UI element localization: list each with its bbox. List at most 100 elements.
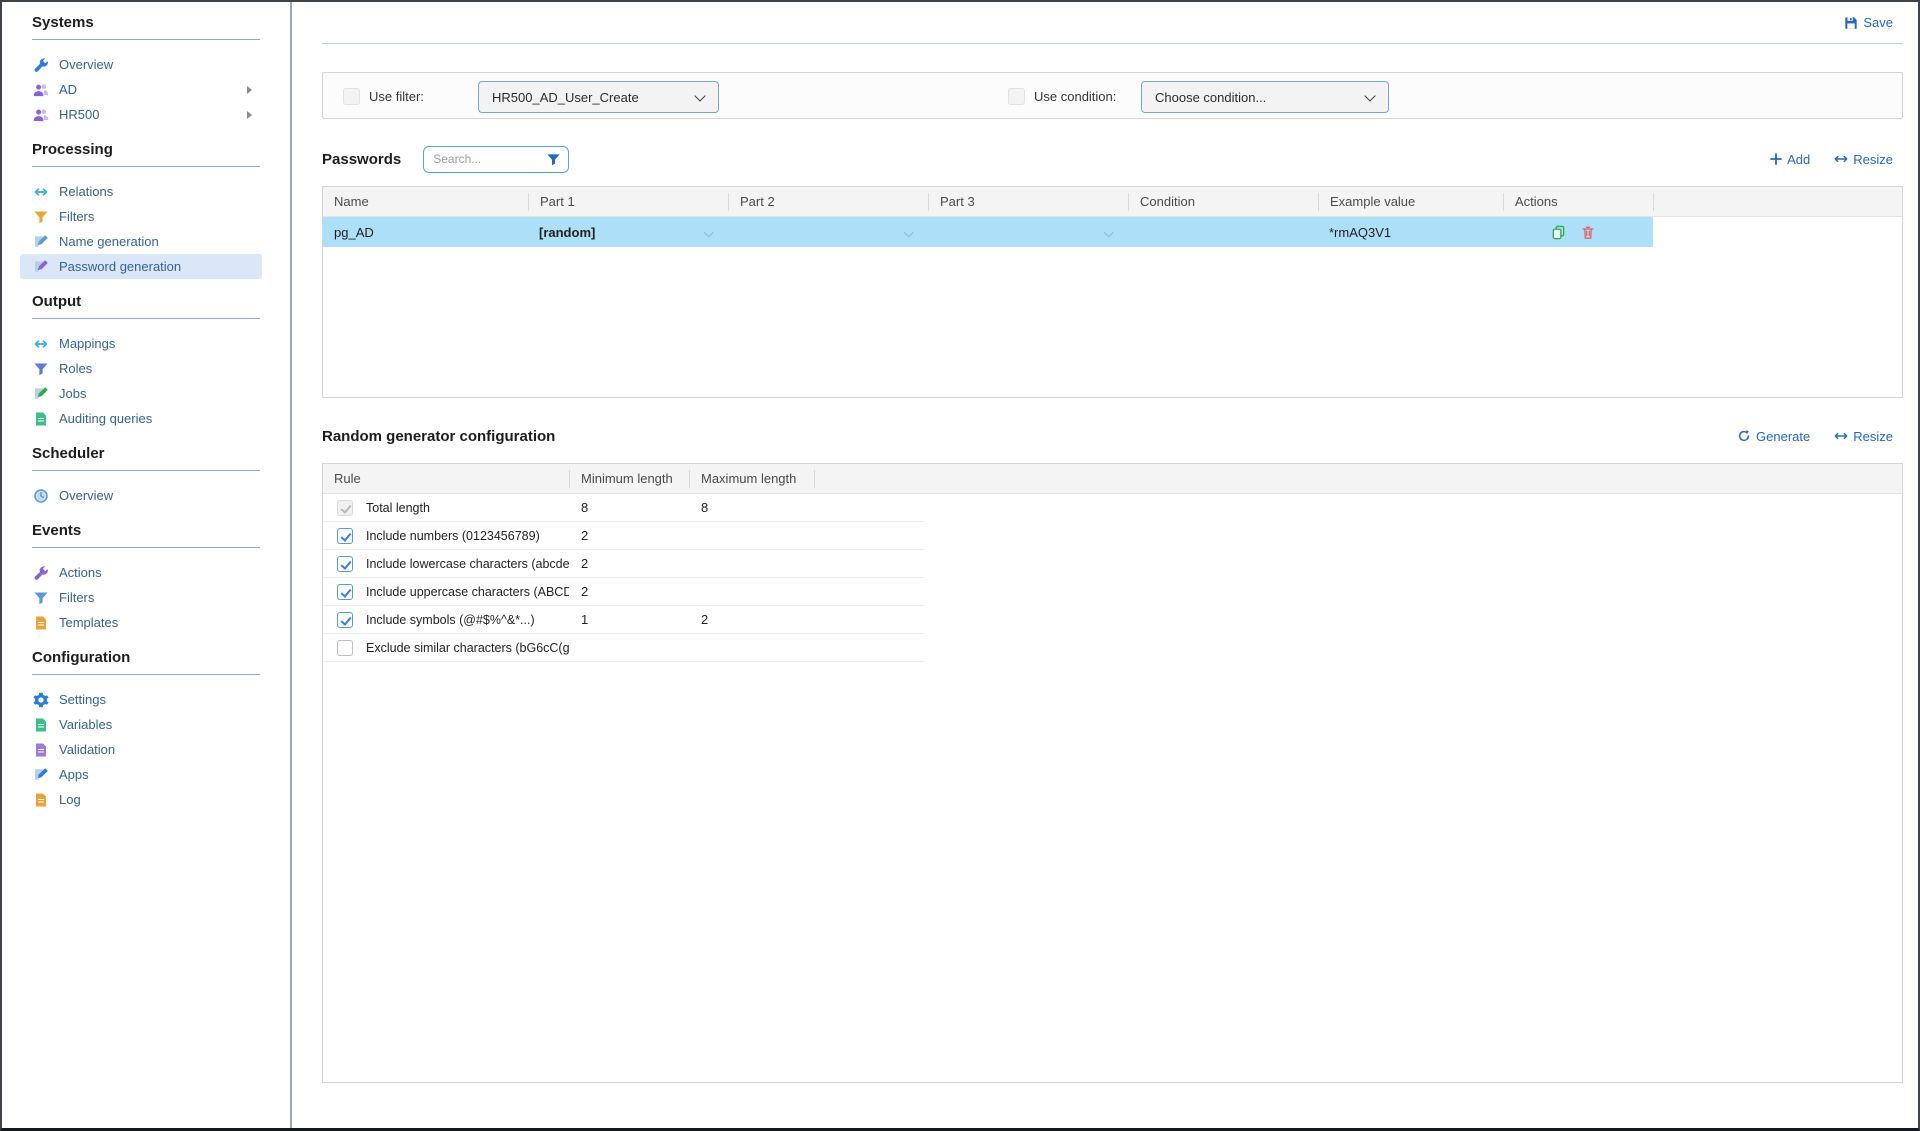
passwords-header: Passwords Add Resize: [322, 145, 1903, 173]
document-icon: [32, 716, 49, 733]
sidebar-item-templates[interactable]: Templates: [20, 610, 262, 635]
wrench-icon: [32, 564, 49, 581]
rule-min-value[interactable]: 1: [569, 612, 689, 627]
table-row-pg-ad[interactable]: pg_AD [random] *rmAQ3V1: [323, 217, 1653, 247]
edit-icon: [32, 233, 49, 250]
sidebar: Systems Overview AD HR500 Processing: [2, 2, 292, 1128]
cell-actions: [1503, 217, 1653, 247]
rule-row-include-numbers: Include numbers (0123456789) 2: [323, 522, 924, 550]
sidebar-item-label: Filters: [59, 590, 94, 605]
top-toolbar: Save: [322, 2, 1903, 44]
funnel-icon: [32, 589, 49, 606]
gear-icon: [32, 691, 49, 708]
divider: [32, 318, 260, 319]
sidebar-item-hr500[interactable]: HR500: [20, 102, 262, 127]
rule-min-value[interactable]: 2: [569, 528, 689, 543]
cell-part1[interactable]: [random]: [528, 217, 728, 247]
sidebar-item-filters-events[interactable]: Filters: [20, 585, 262, 610]
cell-part3[interactable]: [928, 217, 1128, 247]
sidebar-item-label: Overview: [59, 57, 113, 72]
sidebar-item-label: Actions: [59, 565, 102, 580]
sidebar-item-jobs[interactable]: Jobs: [20, 381, 262, 406]
use-condition-checkbox[interactable]: [1008, 88, 1025, 105]
rule-max-value[interactable]: 8: [689, 500, 809, 515]
sidebar-item-name-generation[interactable]: Name generation: [20, 229, 262, 254]
save-button[interactable]: Save: [1844, 15, 1893, 30]
submenu-arrow-icon: [247, 111, 252, 119]
passwords-title: Passwords: [322, 151, 401, 168]
sidebar-section-scheduler: Scheduler Overview: [2, 445, 290, 508]
rule-row-exclude-similar: Exclude similar characters (bG6cC(gq9L1I…: [323, 634, 924, 662]
sidebar-item-roles[interactable]: Roles: [20, 356, 262, 381]
sidebar-item-label: AD: [59, 82, 77, 97]
column-header-rule: Rule: [323, 470, 569, 488]
sidebar-item-label: Roles: [59, 361, 92, 376]
rule-checkbox[interactable]: [337, 612, 353, 628]
sidebar-item-mappings[interactable]: Mappings: [20, 331, 262, 356]
rule-row-include-lowercase: Include lowercase characters (abcdefg...…: [323, 550, 924, 578]
edit-icon: [32, 385, 49, 402]
funnel-icon: [32, 360, 49, 377]
main-content: Save Use filter: HR500_AD_User_Create Us…: [292, 2, 1918, 1128]
rule-row-total-length: Total length 8 8: [323, 494, 924, 522]
section-title: Events: [2, 522, 290, 539]
generator-table-header: Rule Minimum length Maximum length: [323, 464, 1902, 494]
rule-checkbox[interactable]: [337, 584, 353, 600]
use-filter-checkbox[interactable]: [343, 88, 360, 105]
sidebar-item-label: Mappings: [59, 336, 115, 351]
generate-label: Generate: [1756, 429, 1810, 444]
rule-checkbox[interactable]: [337, 640, 353, 656]
document-icon: [32, 741, 49, 758]
section-title: Scheduler: [2, 445, 290, 462]
rule-row-include-uppercase: Include uppercase characters (ABCDEFG...…: [323, 578, 924, 606]
cell-part2[interactable]: [728, 217, 928, 247]
rule-checkbox[interactable]: [337, 528, 353, 544]
sidebar-item-validation[interactable]: Validation: [20, 737, 262, 762]
rule-max-value[interactable]: 2: [689, 612, 809, 627]
sidebar-item-actions[interactable]: Actions: [20, 560, 262, 585]
sidebar-item-label: Filters: [59, 209, 94, 224]
sidebar-item-auditing-queries[interactable]: Auditing queries: [20, 406, 262, 431]
cell-example-value: *rmAQ3V1: [1318, 217, 1503, 247]
sidebar-item-variables[interactable]: Variables: [20, 712, 262, 737]
sidebar-item-relations[interactable]: Relations: [20, 179, 262, 204]
sidebar-item-password-generation[interactable]: Password generation: [20, 254, 262, 279]
condition-select[interactable]: Choose condition...: [1141, 81, 1389, 113]
submenu-arrow-icon: [247, 86, 252, 94]
filter-select[interactable]: HR500_AD_User_Create: [478, 81, 719, 113]
cell-name: pg_AD: [323, 217, 528, 247]
generate-button[interactable]: Generate: [1737, 429, 1810, 444]
divider: [32, 470, 260, 471]
resize-button-generator[interactable]: Resize: [1834, 429, 1893, 444]
divider: [32, 674, 260, 675]
delete-icon[interactable]: [1581, 225, 1595, 240]
column-header-filler: [1653, 193, 1902, 211]
divider: [32, 547, 260, 548]
sidebar-item-settings[interactable]: Settings: [20, 687, 262, 712]
sidebar-item-filters-processing[interactable]: Filters: [20, 204, 262, 229]
copy-icon[interactable]: [1551, 225, 1566, 240]
add-button[interactable]: Add: [1770, 152, 1810, 167]
wrench-icon: [32, 56, 49, 73]
filter-select-value: HR500_AD_User_Create: [492, 90, 639, 105]
generator-header: Random generator configuration Generate …: [322, 422, 1903, 450]
sidebar-item-label: Templates: [59, 615, 118, 630]
rule-checkbox: [337, 500, 353, 516]
sidebar-item-ad[interactable]: AD: [20, 77, 262, 102]
rule-checkbox[interactable]: [337, 556, 353, 572]
section-title: Processing: [2, 141, 290, 158]
sidebar-item-log[interactable]: Log: [20, 787, 262, 812]
chevron-down-icon: [1364, 90, 1375, 101]
passwords-table-header: Name Part 1 Part 2 Part 3 Condition Exam…: [323, 187, 1902, 217]
sidebar-item-label: Relations: [59, 184, 113, 199]
resize-button[interactable]: Resize: [1834, 152, 1893, 167]
sidebar-item-apps[interactable]: Apps: [20, 762, 262, 787]
search-funnel-icon[interactable]: [546, 152, 561, 172]
rule-min-value[interactable]: 8: [569, 500, 689, 515]
sidebar-item-scheduler-overview[interactable]: Overview: [20, 483, 262, 508]
sidebar-item-overview[interactable]: Overview: [20, 52, 262, 77]
rule-min-value[interactable]: 2: [569, 556, 689, 571]
rule-min-value[interactable]: 2: [569, 584, 689, 599]
edit-icon: [32, 258, 49, 275]
chevron-down-icon: [704, 227, 714, 237]
